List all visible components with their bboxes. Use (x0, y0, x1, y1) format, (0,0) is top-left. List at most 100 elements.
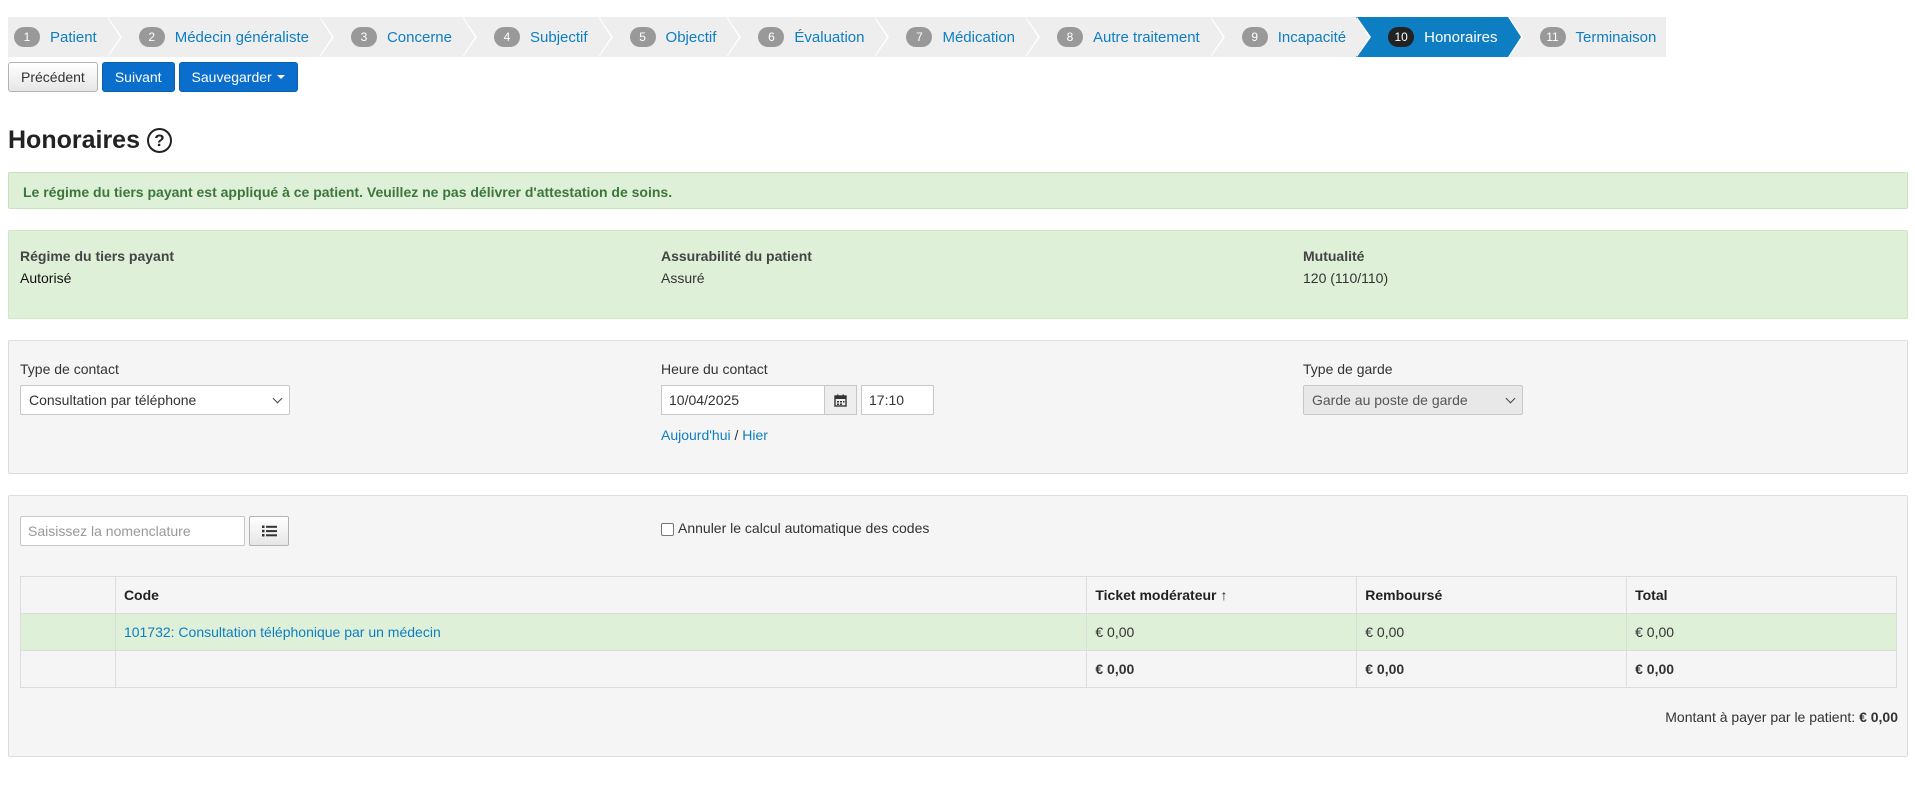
link-separator: / (734, 427, 739, 443)
totals-empty-cell (114, 650, 1088, 688)
code-cell: 101732: Consultation téléphonique par un… (114, 613, 1088, 651)
step-medication[interactable]: 7 Médication (874, 17, 1040, 57)
step-subjectif[interactable]: 4 Subjectif (462, 17, 613, 57)
header-total[interactable]: Total (1626, 576, 1897, 614)
code-link[interactable]: 101732: Consultation téléphonique par un… (124, 624, 441, 640)
nomenclature-search: Saisissez la nomenclature (20, 516, 289, 546)
totals-reimbursed-cell: € 0,00 (1356, 650, 1628, 688)
totals-empty-cell (20, 650, 116, 688)
step-label: Évaluation (794, 28, 865, 46)
quick-date-links: Aujourd'hui / Hier (661, 427, 934, 443)
step-label: Subjectif (530, 28, 588, 46)
step-number: 4 (494, 27, 520, 47)
cancel-auto-calc-checkbox[interactable] (661, 522, 674, 536)
step-number: 1 (14, 27, 40, 47)
step-autre-traitement[interactable]: 8 Autre traitement (1025, 17, 1225, 57)
tiers-payant-label: Régime du tiers payant (20, 248, 175, 264)
yesterday-link[interactable]: Hier (742, 427, 768, 443)
contact-panel: Type de contact Consultation par télépho… (8, 340, 1908, 474)
cancel-auto-calc[interactable]: Annuler le calcul automatique des codes (661, 520, 929, 536)
step-label: Objectif (665, 28, 717, 46)
patient-amount: Montant à payer par le patient: € 0,00 (1665, 709, 1898, 725)
garde-type-value: Garde au poste de garde (1312, 392, 1468, 408)
total-cell: € 0,00 (1626, 613, 1897, 651)
nomenclature-input[interactable]: Saisissez la nomenclature (20, 516, 245, 546)
chevron-down-icon (1505, 393, 1516, 403)
chevron-down-icon (272, 393, 283, 403)
mutuality-block: Mutualité 120 (110/110) (1303, 248, 1388, 286)
cancel-auto-calc-label: Annuler le calcul automatique des codes (678, 520, 930, 536)
step-terminaison[interactable]: 11 Terminaison (1507, 17, 1667, 57)
contact-type-value: Consultation par téléphone (29, 392, 197, 408)
previous-button[interactable]: Précédent (8, 62, 98, 92)
step-honoraires[interactable]: 10 Honoraires (1356, 17, 1523, 57)
patient-info-panel: Régime du tiers payant Autorisé Assurabi… (8, 230, 1908, 319)
help-icon[interactable]: ? (146, 128, 172, 153)
save-label: Sauvegarder (191, 69, 272, 85)
step-number: 8 (1057, 27, 1084, 47)
calendar-button[interactable] (825, 385, 857, 415)
table-header-row: Code Ticket modérateur ↑ Remboursé Total (20, 576, 1897, 614)
totals-total-cell: € 0,00 (1626, 650, 1897, 688)
step-label: Concerne (386, 28, 452, 46)
step-label: Terminaison (1575, 28, 1657, 46)
calendar-icon (834, 394, 847, 407)
contact-type-block: Type de contact Consultation par télépho… (20, 361, 290, 415)
step-evaluation[interactable]: 6 Évaluation (726, 17, 890, 57)
totals-row: € 0,00 € 0,00 € 0,00 (20, 650, 1897, 688)
mutuality-value: 120 (110/110) (1303, 270, 1389, 286)
caret-down-icon (276, 75, 285, 79)
step-label: Incapacité (1277, 28, 1347, 46)
step-number: 2 (138, 27, 165, 47)
time-input[interactable]: 17:10 (861, 385, 934, 415)
codes-panel: Saisissez la nomenclature Annuler le cal… (8, 495, 1908, 757)
insurability-value: Assuré (661, 270, 705, 286)
codes-table: Code Ticket modérateur ↑ Remboursé Total … (20, 576, 1897, 688)
list-icon (261, 525, 277, 537)
step-incapacite[interactable]: 9 Incapacité (1209, 17, 1372, 57)
wizard-steps: 1 Patient 2 Médecin généraliste 3 Concerne … (8, 17, 1667, 57)
header-select (20, 576, 116, 614)
mutuality-label: Mutualité (1303, 248, 1365, 264)
step-objectif[interactable]: 5 Objectif (597, 17, 742, 57)
header-reimbursed[interactable]: Remboursé (1356, 576, 1628, 614)
nomenclature-list-button[interactable] (249, 516, 289, 546)
contact-type-select[interactable]: Consultation par téléphone (20, 385, 290, 415)
step-number: 3 (350, 27, 377, 47)
totals-ticket-cell: € 0,00 (1086, 650, 1358, 688)
date-input[interactable]: 10/04/2025 (661, 385, 825, 415)
tiers-payant-block: Régime du tiers payant Autorisé (20, 248, 174, 286)
step-label: Médication (942, 28, 1016, 46)
reimbursed-cell: € 0,00 (1356, 613, 1628, 651)
garde-type-block: Type de garde Garde au poste de garde (1303, 361, 1523, 415)
toolbar: Précédent Suivant Sauvegarder (8, 62, 298, 92)
save-dropdown-button[interactable]: Sauvegarder (178, 62, 298, 92)
step-patient[interactable]: 1 Patient (8, 17, 122, 57)
step-label: Honoraires (1424, 28, 1498, 46)
step-number: 9 (1241, 27, 1268, 47)
step-label: Autre traitement (1093, 28, 1200, 46)
step-label: Médecin généraliste (174, 28, 309, 46)
page-title: Honoraires ? (8, 126, 172, 155)
step-concerne[interactable]: 3 Concerne (318, 17, 478, 57)
step-number: 7 (906, 27, 933, 47)
today-link[interactable]: Aujourd'hui (661, 427, 731, 443)
next-button[interactable]: Suivant (101, 62, 175, 92)
table-row: 101732: Consultation téléphonique par un… (20, 613, 1897, 651)
insurability-label: Assurabilité du patient (661, 248, 812, 264)
garde-type-label: Type de garde (1303, 361, 1393, 377)
insurability-block: Assurabilité du patient Assuré (661, 248, 812, 286)
step-medecin-generaliste[interactable]: 2 Médecin généraliste (106, 17, 335, 57)
contact-type-label: Type de contact (20, 361, 119, 377)
contact-time-label: Heure du contact (661, 361, 768, 377)
tiers-payant-value: Autorisé (20, 270, 72, 286)
patient-amount-value: € 0,00 (1859, 709, 1898, 725)
patient-amount-label: Montant à payer par le patient: (1665, 709, 1856, 725)
header-ticket[interactable]: Ticket modérateur ↑ (1086, 576, 1358, 614)
step-number: 10 (1388, 27, 1415, 47)
page-title-text: Honoraires (8, 126, 140, 154)
contact-time-block: Heure du contact 10/04/2025 17:10 Aujour… (661, 361, 934, 443)
step-number: 5 (629, 27, 656, 47)
garde-type-select[interactable]: Garde au poste de garde (1303, 385, 1523, 415)
header-code[interactable]: Code (114, 576, 1088, 614)
